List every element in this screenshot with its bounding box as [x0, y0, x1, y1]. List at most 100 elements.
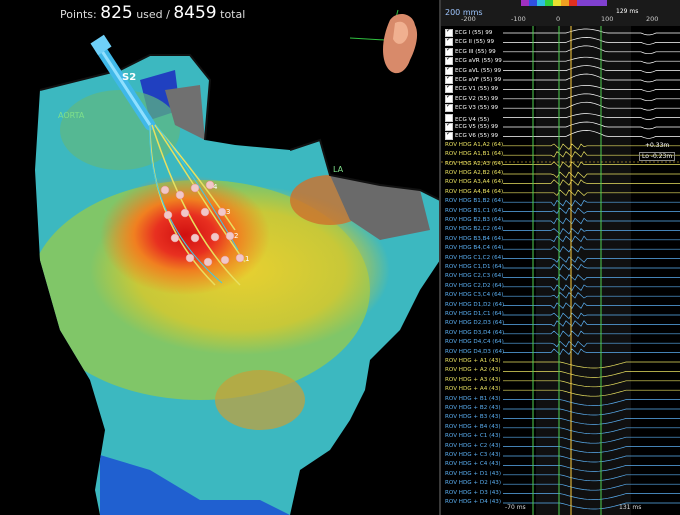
- lead-row[interactable]: ROV HDG B4,C4 (64): [445, 245, 503, 252]
- lead-label: ROV HDG + B2 (43): [445, 405, 501, 411]
- lead-label: ROV HDG C3,C4 (64): [445, 292, 504, 299]
- lead-label: ROV HDG D4,C4 (64): [445, 339, 504, 346]
- lead-row[interactable]: ROV HDG + C4 (43): [445, 461, 501, 468]
- lead-row[interactable]: ROV HDG C1,C2 (64): [445, 255, 503, 262]
- lead-row[interactable]: ROV HDG + C1 (43): [445, 433, 501, 440]
- lead-label: ROV HDG + A4 (43): [445, 386, 501, 393]
- lead-row[interactable]: ROV HDG A1,B1 (64): [445, 151, 503, 158]
- earliest-activation-region: [100, 175, 270, 295]
- lead-row[interactable]: ROV HDG A2,B2 (64): [445, 170, 503, 177]
- lead-row[interactable]: ECG V6 (55) 99: [445, 132, 498, 141]
- lead-row[interactable]: ROV HDG + A2 (43): [445, 367, 501, 374]
- lead-row[interactable]: ROV HDG A1,A2 (64): [445, 142, 503, 149]
- ecg-panel[interactable]: 200 mms -200 -100 0 100 200 129 ms +0.33…: [441, 0, 680, 515]
- electrode-label: 3: [226, 208, 230, 216]
- orange-region: [215, 370, 305, 430]
- lead-row[interactable]: ROV HDG B3,B4 (64): [445, 236, 503, 243]
- lead-row[interactable]: ROV HDG C3,C4 (64): [445, 292, 503, 299]
- aorta-label: AORTA: [58, 111, 85, 120]
- lead-label: ECG V4 (55): [455, 116, 490, 123]
- lead-row[interactable]: ECG V5 (55) 99: [445, 123, 498, 131]
- lead-row[interactable]: ROV HDG + C2 (43): [445, 443, 501, 450]
- lead-label: ROV HDG + B4 (43): [445, 423, 501, 430]
- lead-label: ROV HDG + D2 (43): [445, 480, 502, 487]
- lead-row[interactable]: ECG I (55) 99: [445, 29, 492, 37]
- lead-label: ROV HDG D1,D2 (64): [445, 301, 505, 308]
- lead-label: ROV HDG + A3 (43): [445, 376, 501, 383]
- lead-row[interactable]: ROV HDG B1,C1 (64): [445, 208, 503, 215]
- lead-row[interactable]: ECG II (55) 99: [445, 38, 495, 47]
- lead-row[interactable]: ROV HDG D4,C4 (64): [445, 339, 504, 346]
- lead-row[interactable]: ROV HDG + D4 (43): [445, 499, 501, 506]
- lead-label: ECG II (55) 99: [455, 39, 495, 46]
- lead-row[interactable]: ROV HDG + B3 (43): [445, 414, 501, 421]
- lead-label: ROV HDG + A2 (43): [445, 367, 501, 374]
- lead-row[interactable]: ECG aVL (55) 99: [445, 66, 502, 75]
- lead-checkbox[interactable]: [445, 57, 453, 66]
- lead-label: ROV HDG + A1 (43): [445, 358, 501, 364]
- lead-label: ECG V3 (55) 99: [455, 105, 499, 112]
- points-total: 8459: [173, 3, 217, 23]
- lead-row[interactable]: ROV HDG C2,D2 (64): [445, 283, 504, 290]
- cursor-a-readout: +0.33m: [645, 142, 670, 149]
- lead-row[interactable]: ROV HDG + C3 (43): [445, 452, 501, 459]
- lead-label: ECG V5 (55) 99: [455, 124, 499, 130]
- lead-row[interactable]: ROV HDG C1,D1 (64): [445, 264, 504, 271]
- lead-row[interactable]: ROV HDG A3,A4 (64): [445, 179, 503, 186]
- lead-row[interactable]: ROV HDG D1,C1 (64): [445, 311, 504, 318]
- electrode-label: 1: [245, 255, 249, 263]
- lead-row[interactable]: ROV HDG + A1 (43): [445, 358, 501, 365]
- lead-row[interactable]: ROV HDG B2,B3 (64): [445, 217, 503, 224]
- lead-row[interactable]: ROV HDG D2,D3 (64): [445, 320, 504, 327]
- lead-label: ROV HDG + D1 (43): [445, 470, 502, 477]
- lead-label: ROV HDG C1,D1 (64): [445, 264, 504, 270]
- lead-row[interactable]: ROV HDG A4,B4 (64): [445, 189, 503, 196]
- lead-label: ECG aVL (55) 99: [455, 67, 502, 74]
- lead-row[interactable]: ROV HDG A2,A3 (64): [445, 161, 503, 168]
- lead-row[interactable]: ECG V2 (55) 99: [445, 94, 498, 103]
- points-used: 825: [100, 3, 133, 23]
- lead-label: ECG III (55) 99: [455, 48, 496, 55]
- lead-checkbox[interactable]: [445, 104, 453, 113]
- lead-row[interactable]: ROV HDG + A4 (43): [445, 386, 501, 393]
- lead-row[interactable]: ROV HDG C2,C3 (64): [445, 273, 503, 280]
- lead-label: ROV HDG A2,A3 (64): [445, 160, 504, 167]
- lead-label: ROV HDG B2,C2 (64): [445, 226, 504, 233]
- lead-row[interactable]: ROV HDG + A3 (43): [445, 377, 501, 384]
- lead-row[interactable]: ECG V3 (55) 99: [445, 104, 499, 113]
- lead-row[interactable]: ECG V1 (55) 99: [445, 85, 499, 94]
- lead-checkbox[interactable]: [445, 132, 453, 141]
- lead-row[interactable]: ECG III (55) 99: [445, 47, 496, 56]
- lead-row[interactable]: ROV HDG + B4 (43): [445, 424, 501, 431]
- lead-row[interactable]: ROV HDG D1,D2 (64): [445, 302, 504, 309]
- lead-row[interactable]: ROV HDG + B1 (43): [445, 396, 501, 403]
- lead-label: ROV HDG + D3 (43): [445, 489, 502, 496]
- lead-row[interactable]: ROV HDG + D2 (43): [445, 480, 501, 487]
- activation-map-view[interactable]: 4 3 2 1 Points: 825 used / 8459 total AO…: [0, 0, 440, 515]
- orientation-heart-icon[interactable]: [375, 5, 425, 80]
- lead-row[interactable]: ROV HDG B2,C2 (64): [445, 226, 503, 233]
- time-tick: 0: [556, 15, 561, 23]
- lead-row[interactable]: ROV HDG B1,B2 (64): [445, 198, 503, 205]
- lead-label: ROV HDG C1,C2 (64): [445, 254, 504, 261]
- lead-label: ROV HDG B3,B4 (64): [445, 235, 504, 242]
- lead-label: ROV HDG D4,D3 (64): [445, 348, 505, 355]
- time-tick: -200: [461, 15, 476, 23]
- electrode-label: 4: [213, 183, 218, 191]
- lead-row[interactable]: ROV HDG + D1 (43): [445, 471, 501, 478]
- points-counter: Points: 825 used / 8459 total: [60, 3, 246, 23]
- lead-label: ROV HDG B1,B2 (64): [445, 198, 504, 205]
- lead-row[interactable]: ROV HDG D3,D4 (64): [445, 330, 504, 337]
- lead-label: ROV HDG C2,D2 (64): [445, 282, 504, 289]
- lead-label: ECG V1 (55) 99: [455, 86, 499, 93]
- measure-right: 131 ms: [619, 504, 642, 511]
- lead-row[interactable]: ROV HDG D4,D3 (64): [445, 349, 504, 356]
- lead-label: ROV HDG A1,B1 (64): [445, 151, 504, 158]
- lead-label: ROV HDG A4,B4 (64): [445, 188, 504, 195]
- lead-row[interactable]: ROV HDG + B2 (43): [445, 405, 501, 412]
- lead-row[interactable]: ECG aVF (55) 99: [445, 76, 501, 84]
- lead-row[interactable]: ROV HDG + D3 (43): [445, 490, 501, 497]
- lead-label: ROV HDG B1,C1 (64): [445, 207, 504, 214]
- lead-row[interactable]: ECG aVR (55) 99: [445, 57, 502, 66]
- heart-chamber-map[interactable]: 4 3 2 1: [0, 0, 440, 515]
